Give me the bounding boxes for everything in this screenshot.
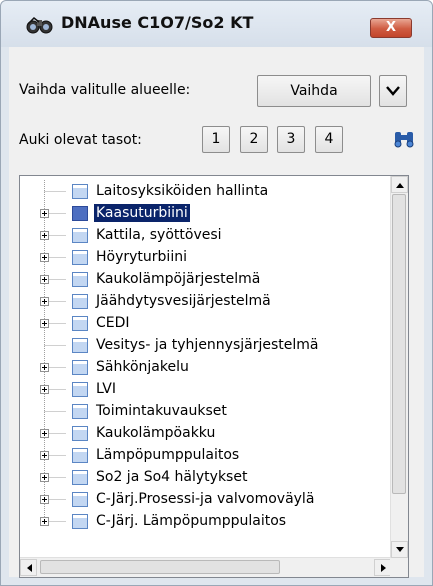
tree-item-label: Lämpöpumppulaitos [96,447,240,463]
title-bar[interactable]: DNAuse C1O7/So2 KT X [1,1,432,47]
tree-item[interactable]: Kattila, syöttövesi [20,224,390,246]
tree-item-label: Kattila, syöttövesi [96,227,222,243]
expand-plus-icon[interactable] [20,466,66,488]
tree-item[interactable]: Kaukolämpöjärjestelmä [20,268,390,290]
horizontal-scrollbar[interactable] [20,557,391,577]
window-title: DNAuse C1O7/So2 KT [61,13,254,32]
tree-item[interactable]: Toimintakuvaukset [20,400,390,422]
node-square-icon [72,470,88,485]
tree-item-label: Kaukolämpöakku [96,425,216,441]
tree-item-label: C-Järj. Lämpöpumppulaitos [96,513,287,529]
close-icon: X [385,20,397,35]
expand-plus-icon[interactable] [20,356,66,378]
scrollbar-corner [390,558,408,577]
tree-item[interactable]: So2 ja So4 hälytykset [20,466,390,488]
scroll-down-button[interactable] [391,541,408,558]
level-2-button[interactable]: 2 [240,126,268,153]
node-square-icon [72,272,88,287]
tree-item[interactable]: LVI [20,378,390,400]
node-square-icon [72,316,88,331]
vertical-scroll-thumb[interactable] [392,194,406,494]
node-square-icon [72,448,88,463]
tree-item-label: Toimintakuvaukset [96,403,227,419]
node-square-icon [72,404,88,419]
vaihda-button[interactable]: Vaihda [257,75,371,107]
area-label: Vaihda valitulle alueelle: [19,82,191,98]
arrow-down-icon [396,547,404,552]
tree-item-label: CEDI [96,315,130,331]
tree-item-label: Vesitys- ja tyhjennysjärjestelmä [96,337,319,353]
tree-item[interactable]: Sähkönjakelu [20,356,390,378]
area-dropdown-button[interactable] [379,75,407,107]
node-square-icon [72,514,88,529]
tree-item[interactable]: C-Järj.Prosessi-ja valvomoväylä [20,488,390,510]
tree-connector-line [44,400,66,422]
expand-plus-icon[interactable] [20,488,66,510]
node-square-icon [72,426,88,441]
binoculars-app-icon [26,16,53,34]
node-square-icon [72,492,88,507]
node-square-icon [72,184,88,199]
tree-view[interactable]: Laitosyksiköiden hallinta Kaasuturbiini Ka… [19,175,409,578]
tree-connector-line [44,334,66,356]
expand-plus-icon[interactable] [20,290,66,312]
tree-item[interactable]: CEDI [20,312,390,334]
tree-item[interactable]: Jäähdytysvesijärjestelmä [20,290,390,312]
scroll-right-button[interactable] [374,559,391,576]
node-square-icon [72,250,88,265]
tree-item-label: Jäähdytysvesijärjestelmä [96,293,271,309]
tree-item[interactable]: Höyryturbiini [20,246,390,268]
tree-item-label: C-Järj.Prosessi-ja valvomoväylä [96,491,315,507]
expand-plus-icon[interactable] [20,268,66,290]
tree-item-label: So2 ja So4 hälytykset [96,469,248,485]
tree-item[interactable]: Lämpöpumppulaitos [20,444,390,466]
tree-item-label: LVI [96,381,116,397]
tree-item-label: Kaukolämpöjärjestelmä [96,271,261,287]
arrow-left-icon [27,564,32,572]
expand-plus-icon[interactable] [20,378,66,400]
tree-item-label: Sähkönjakelu [96,359,189,375]
node-square-icon [72,206,88,221]
arrow-up-icon [396,183,404,188]
expand-plus-icon[interactable] [20,224,66,246]
tree-item[interactable]: Kaukolämpöakku [20,422,390,444]
expand-plus-icon[interactable] [20,246,66,268]
scroll-left-button[interactable] [20,559,37,576]
level-1-button[interactable]: 1 [202,126,230,153]
tree-item[interactable]: C-Järj. Lämpöpumppulaitos [20,510,390,532]
dialog-window: DNAuse C1O7/So2 KT X Vaihda valitulle al… [0,0,433,586]
chevron-down-icon [386,86,400,96]
close-button[interactable]: X [370,18,412,38]
node-square-icon [72,338,88,353]
tree-item[interactable]: Vesitys- ja tyhjennysjärjestelmä [20,334,390,356]
binoculars-icon[interactable] [393,129,415,149]
expand-plus-icon[interactable] [20,422,66,444]
node-square-icon [72,382,88,397]
expand-plus-icon[interactable] [20,444,66,466]
tree-item-label: Höyryturbiini [96,249,187,265]
dialog-body: Vaihda valitulle alueelle: Vaihda Auki o… [9,47,424,578]
node-square-icon [72,294,88,309]
level-4-button[interactable]: 4 [315,126,343,153]
tree-connector-line [44,180,66,202]
expand-plus-icon[interactable] [20,312,66,334]
tree-item[interactable]: Kaasuturbiini [20,202,390,224]
node-square-icon [72,360,88,375]
tree-item[interactable]: Laitosyksiköiden hallinta [20,180,390,202]
levels-label: Auki olevat tasot: [19,132,142,148]
expand-plus-icon[interactable] [20,202,66,224]
arrow-right-icon [381,564,386,572]
expand-plus-icon[interactable] [20,510,66,532]
node-square-icon [72,228,88,243]
vertical-scrollbar[interactable] [390,176,408,558]
horizontal-scroll-thumb[interactable] [40,560,280,574]
level-3-button[interactable]: 3 [277,126,305,153]
scroll-up-button[interactable] [391,176,408,193]
tree-item-label: Kaasuturbiini [94,204,190,222]
tree-item-label: Laitosyksiköiden hallinta [96,183,269,199]
